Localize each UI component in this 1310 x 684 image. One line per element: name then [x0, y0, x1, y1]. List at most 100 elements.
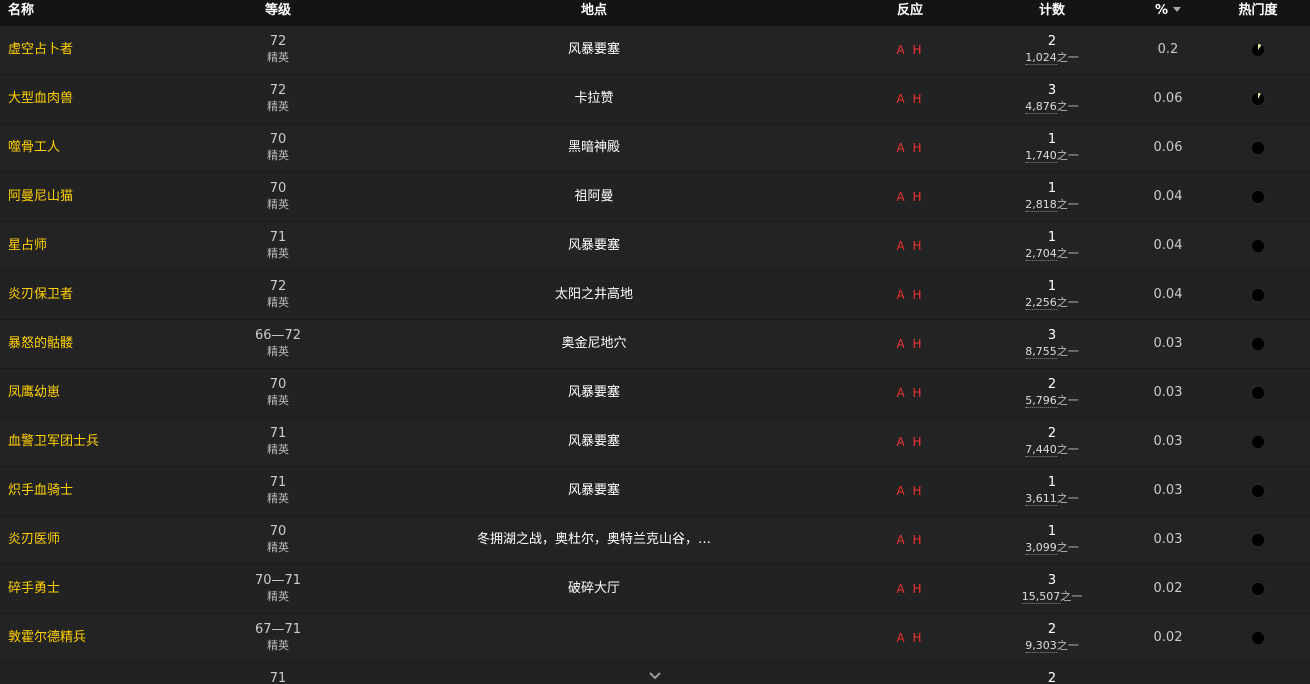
count-cell: 3 8,755之一 — [1025, 320, 1079, 368]
chevron-down-icon[interactable] — [648, 666, 662, 680]
count-total-value: 4,876 — [1025, 100, 1057, 114]
npc-name-link[interactable]: 暴怒的骷髅 — [8, 320, 73, 368]
classification-label: 精英 — [267, 541, 289, 554]
count-value: 2 — [1047, 622, 1057, 637]
level-cell: 66—72 精英 — [255, 320, 301, 368]
level-value: 72 — [269, 34, 287, 49]
count-cell: 3 4,876之一 — [1025, 75, 1079, 123]
table-row[interactable]: 炎刃医师 70 精英 冬拥湖之战，奥杜尔，奥特兰克山谷，… A H 1 3,09… — [0, 516, 1310, 565]
count-total-suffix: 之一 — [1060, 590, 1083, 603]
level-value: 70 — [269, 524, 287, 539]
count-total-value: 15,507 — [1021, 590, 1061, 604]
count-cell: 2 7,440之一 — [1025, 418, 1079, 466]
table-row[interactable]: 炎刃保卫者 72 精英 太阳之井高地 A H 1 2,256之一 0.04 — [0, 271, 1310, 320]
table-row[interactable]: 阿曼尼山猫 70 精英 祖阿曼 A H 1 2,818之一 0.04 — [0, 173, 1310, 222]
npc-name-link[interactable]: 大型血肉兽 — [8, 75, 73, 123]
count-value: 1 — [1047, 132, 1057, 147]
count-total-suffix: 之一 — [1056, 492, 1079, 505]
reaction-indicator: A H — [896, 92, 924, 106]
table-row[interactable]: 碎手勇士 70—71 精英 破碎大厅 A H 3 15,507之一 0.02 — [0, 565, 1310, 614]
location-link[interactable]: 黑暗神殿 — [568, 124, 620, 172]
table-row[interactable]: 虚空占卜者 72 精英 风暴要塞 A H 2 1,024之一 0.2 — [0, 26, 1310, 75]
level-cell: 70 精英 — [267, 369, 289, 417]
count-cell: 1 3,099之一 — [1025, 516, 1079, 564]
popularity-pie-icon — [1251, 582, 1265, 596]
level-cell: 71 — [270, 663, 287, 684]
sort-descending-icon — [1173, 7, 1182, 12]
reaction-indicator: A H — [896, 239, 924, 253]
table-row[interactable]: 噬骨工人 70 精英 黑暗神殿 A H 1 1,740之一 0.06 — [0, 124, 1310, 173]
location-link[interactable]: 祖阿曼 — [574, 173, 613, 221]
column-header-level[interactable]: 等级 — [265, 0, 291, 26]
level-value: 66—72 — [254, 328, 302, 343]
npc-name-link[interactable]: 凤鹰幼崽 — [8, 369, 60, 417]
column-header-location[interactable]: 地点 — [581, 0, 607, 26]
percent-value: 0.06 — [1153, 91, 1183, 106]
reaction-indicator: A H — [896, 141, 924, 155]
npc-name-link[interactable]: 碎手勇士 — [8, 565, 60, 613]
count-total: 9,303之一 — [1025, 638, 1079, 653]
count-total: 1,024之一 — [1025, 50, 1079, 65]
location-link[interactable]: 破碎大厅 — [568, 565, 620, 613]
popularity-pie-icon — [1251, 337, 1265, 351]
table-body: 虚空占卜者 72 精英 风暴要塞 A H 2 1,024之一 0.2 大型血肉兽… — [0, 26, 1310, 684]
npc-name-link[interactable]: 炽手血骑士 — [8, 467, 73, 515]
npc-name-link[interactable]: 炎刃保卫者 — [8, 271, 73, 319]
count-total-value: 5,796 — [1025, 394, 1057, 408]
location-link[interactable]: 风暴要塞 — [568, 369, 620, 417]
count-total: 2,818之一 — [1025, 197, 1079, 212]
count-total-suffix: 之一 — [1056, 443, 1079, 456]
level-value: 70 — [269, 181, 287, 196]
npc-name-link[interactable]: 血警卫军团士兵 — [8, 418, 99, 466]
column-header-percent[interactable]: % — [1155, 0, 1182, 26]
level-value: 71 — [269, 426, 287, 441]
count-total-suffix: 之一 — [1056, 100, 1079, 113]
count-cell: 1 2,704之一 — [1025, 222, 1079, 270]
table-row[interactable]: 暴怒的骷髅 66—72 精英 奥金尼地穴 A H 3 8,755之一 0.03 — [0, 320, 1310, 369]
popularity-pie-icon — [1251, 435, 1265, 449]
npc-name-link[interactable]: 虚空占卜者 — [8, 26, 73, 74]
table-row[interactable]: 敦霍尔德精兵 67—71 精英 A H 2 9,303之一 0.02 — [0, 614, 1310, 663]
location-link[interactable]: 冬拥湖之战，奥杜尔，奥特兰克山谷，… — [477, 516, 711, 564]
column-header-name[interactable]: 名称 — [8, 0, 34, 26]
location-link[interactable]: 奥金尼地穴 — [561, 320, 626, 368]
table-header: 名称 等级 地点 反应 计数 % 热门度 — [0, 0, 1310, 27]
percent-value: 0.04 — [1153, 238, 1183, 253]
percent-value: 0.03 — [1153, 483, 1183, 498]
location-link[interactable]: 风暴要塞 — [568, 418, 620, 466]
npc-name-link[interactable]: 阿曼尼山猫 — [8, 173, 73, 221]
classification-label: 精英 — [267, 247, 289, 260]
count-total: 8,755之一 — [1025, 344, 1079, 359]
classification-label: 精英 — [267, 639, 289, 652]
count-value: 1 — [1047, 181, 1057, 196]
classification-label: 精英 — [267, 345, 289, 358]
location-link[interactable]: 太阳之井高地 — [555, 271, 633, 319]
npc-name-link[interactable]: 噬骨工人 — [8, 124, 60, 172]
column-header-popularity[interactable]: 热门度 — [1238, 0, 1277, 26]
table-row[interactable]: 炽手血骑士 71 精英 风暴要塞 A H 1 3,611之一 0.03 — [0, 467, 1310, 516]
column-header-count[interactable]: 计数 — [1039, 0, 1065, 26]
npc-name-link[interactable]: 星占师 — [8, 222, 47, 270]
level-cell: 71 精英 — [267, 418, 289, 466]
location-link[interactable]: 风暴要塞 — [568, 26, 620, 74]
table-row[interactable]: 星占师 71 精英 风暴要塞 A H 1 2,704之一 0.04 — [0, 222, 1310, 271]
classification-label: 精英 — [267, 296, 289, 309]
location-link[interactable]: 风暴要塞 — [568, 467, 620, 515]
count-total: 1,740之一 — [1025, 148, 1079, 163]
percent-value: 0.03 — [1153, 385, 1183, 400]
location-link[interactable]: 卡拉赞 — [574, 75, 613, 123]
count-value: 2 — [1047, 34, 1057, 49]
table-row[interactable]: 凤鹰幼崽 70 精英 风暴要塞 A H 2 5,796之一 0.03 — [0, 369, 1310, 418]
count-total-suffix: 之一 — [1056, 541, 1079, 554]
table-row[interactable]: 血警卫军团士兵 71 精英 风暴要塞 A H 2 7,440之一 0.03 — [0, 418, 1310, 467]
percent-value: 0.06 — [1153, 140, 1183, 155]
count-total: 3,611之一 — [1025, 491, 1079, 506]
table-row[interactable]: 大型血肉兽 72 精英 卡拉赞 A H 3 4,876之一 0.06 — [0, 75, 1310, 124]
npc-name-link[interactable]: 炎刃医师 — [8, 516, 60, 564]
npc-name-link[interactable]: 敦霍尔德精兵 — [8, 614, 86, 662]
count-value: 1 — [1047, 230, 1057, 245]
column-header-react[interactable]: 反应 — [897, 0, 923, 26]
location-link[interactable]: 风暴要塞 — [568, 222, 620, 270]
count-total: 2,256之一 — [1025, 295, 1079, 310]
count-value: 3 — [1047, 573, 1057, 588]
